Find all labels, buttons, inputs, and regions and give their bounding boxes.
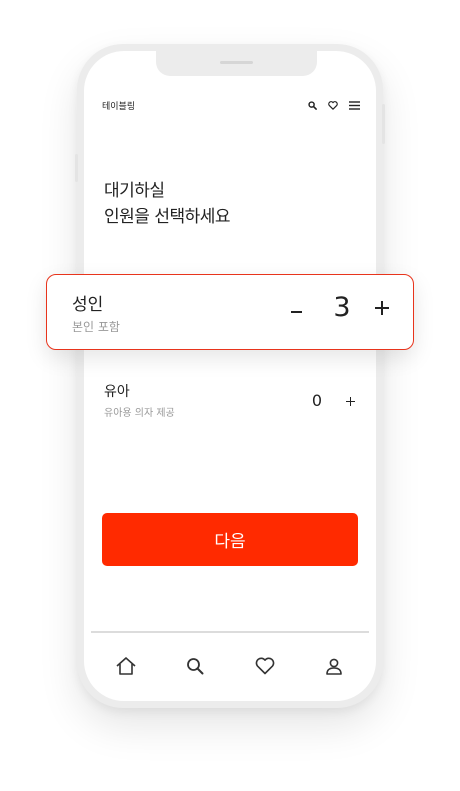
speaker: [220, 61, 253, 64]
infant-count: 0: [311, 391, 323, 410]
phone-frame: [75, 44, 385, 708]
adult-count: 3: [333, 292, 351, 323]
phone-screen: [84, 51, 376, 701]
page-title: 대기하실 인원을 선택하세요: [104, 178, 344, 230]
heart-icon[interactable]: [250, 651, 280, 681]
side-button: [75, 154, 78, 182]
menu-icon[interactable]: [349, 100, 360, 110]
next-button[interactable]: 다음: [102, 513, 358, 566]
top-bar: 테이블링: [102, 97, 360, 113]
app-title: 테이블링: [102, 101, 136, 112]
heart-icon[interactable]: [328, 100, 338, 110]
adult-selector-card[interactable]: 성인 본인 포함 3: [46, 274, 414, 350]
search-icon[interactable]: [180, 651, 210, 681]
infant-label: 유아: [104, 384, 130, 400]
search-icon[interactable]: [308, 100, 317, 110]
profile-icon[interactable]: [319, 651, 349, 681]
headline-line-1: 대기하실: [104, 181, 165, 201]
adult-minus-button[interactable]: [289, 295, 305, 325]
adult-plus-button[interactable]: [375, 301, 389, 315]
adult-sub-label: 본인 포함: [72, 320, 120, 334]
bottom-nav-divider: [91, 631, 369, 633]
infant-plus-button[interactable]: [346, 397, 355, 406]
infant-sub-label: 유아용 의자 제공: [104, 408, 175, 419]
side-button: [382, 104, 385, 144]
infant-selector-row: 유아 유아용 의자 제공 0: [104, 378, 360, 422]
bottom-nav: [91, 650, 369, 682]
adult-label: 성인: [72, 295, 104, 315]
headline-line-2: 인원을 선택하세요: [104, 207, 231, 227]
notch: [156, 51, 317, 76]
home-icon[interactable]: [111, 651, 141, 681]
top-icons: [308, 100, 360, 110]
